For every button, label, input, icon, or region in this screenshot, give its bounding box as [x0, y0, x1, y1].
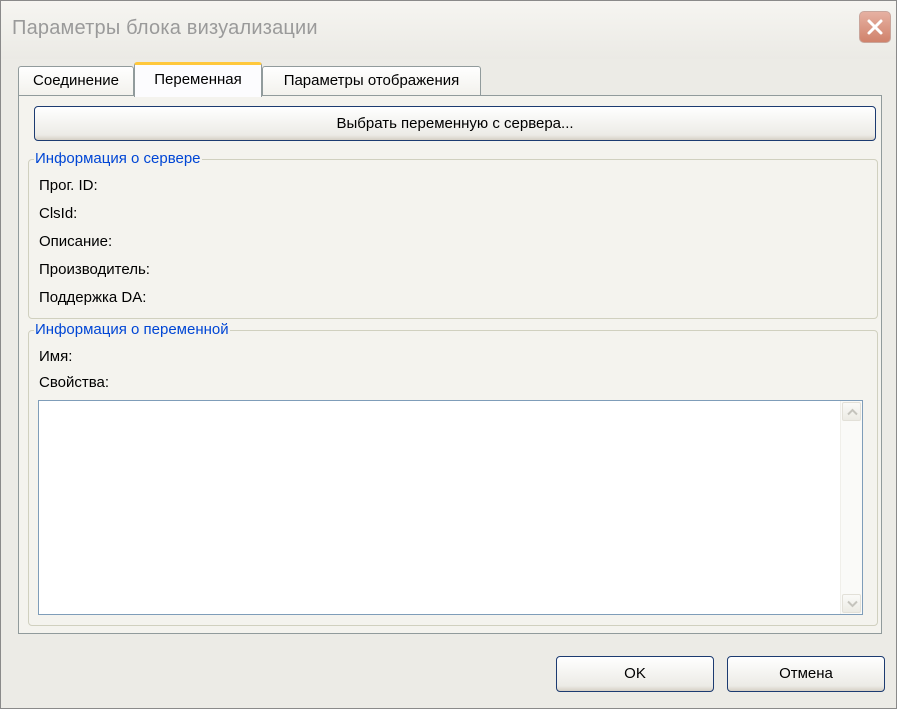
- clsid-label: ClsId:: [39, 205, 78, 222]
- title-bar[interactable]: Параметры блока визуализации: [1, 1, 896, 59]
- ok-button[interactable]: OK: [556, 656, 714, 692]
- da-support-label: Поддержка DA:: [39, 289, 147, 306]
- tab-panel-variable: Выбрать переменную с сервера... Информац…: [18, 95, 882, 634]
- tab-variable[interactable]: Переменная: [134, 62, 262, 97]
- scroll-up-button[interactable]: [842, 402, 861, 421]
- select-variable-button[interactable]: Выбрать переменную с сервера...: [34, 106, 876, 141]
- properties-label: Свойства:: [39, 374, 110, 391]
- window-title: Параметры блока визуализации: [12, 17, 318, 39]
- properties-textarea[interactable]: [38, 400, 863, 615]
- scroll-down-button[interactable]: [842, 594, 861, 613]
- properties-scrollbar[interactable]: [840, 401, 862, 614]
- dialog-window: Параметры блока визуализации Соединение …: [0, 0, 897, 709]
- tab-display-params[interactable]: Параметры отображения: [262, 66, 481, 96]
- name-label: Имя:: [39, 348, 73, 365]
- server-info-legend: Информация о сервере: [34, 150, 202, 167]
- close-button[interactable]: [859, 11, 891, 43]
- variable-info-group: Информация о переменной Имя: Свойства:: [28, 321, 878, 626]
- variable-info-legend: Информация о переменной: [34, 321, 230, 338]
- close-icon: [867, 19, 883, 35]
- chevron-down-icon: [847, 600, 858, 608]
- cancel-button[interactable]: Отмена: [727, 656, 885, 692]
- server-info-group: Информация о сервере Прог. ID: ClsId: Оп…: [28, 150, 878, 319]
- prog-id-label: Прог. ID:: [39, 177, 98, 194]
- chevron-up-icon: [847, 408, 858, 416]
- vendor-label: Производитель:: [39, 261, 150, 278]
- description-label: Описание:: [39, 233, 113, 250]
- tab-connection[interactable]: Соединение: [18, 66, 134, 96]
